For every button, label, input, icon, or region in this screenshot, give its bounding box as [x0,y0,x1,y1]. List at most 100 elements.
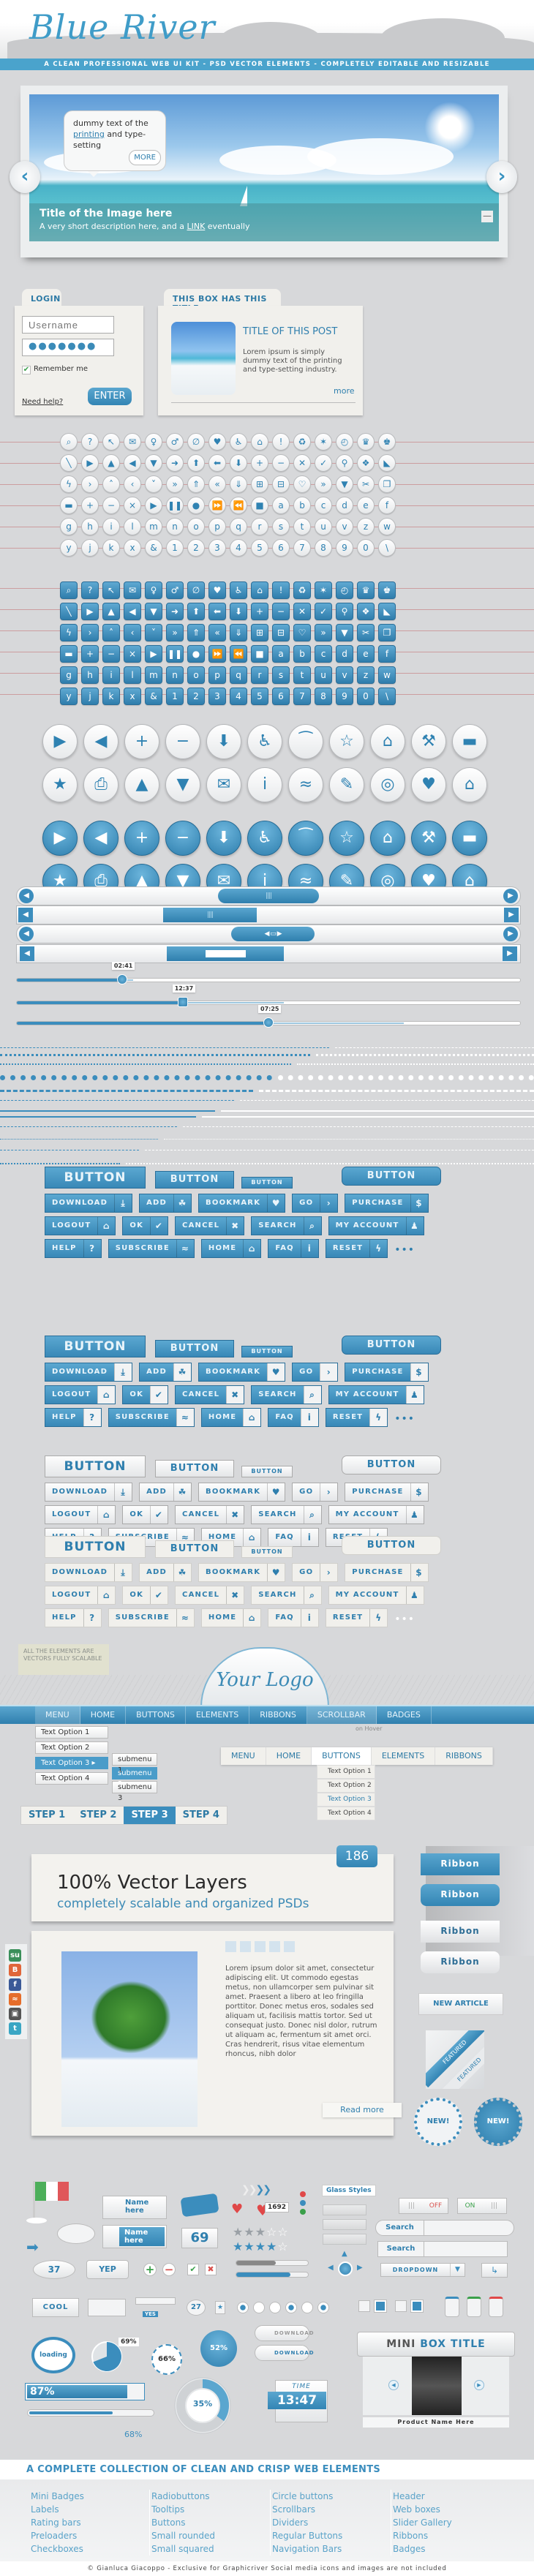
glass-input[interactable] [323,2204,366,2215]
caption-link[interactable]: LINK [187,222,205,231]
icon-button[interactable]: ⬆ [187,454,205,472]
icon-button[interactable]: ↖ [102,581,120,599]
icon-button[interactable]: s [272,666,290,684]
icon-button[interactable]: p [208,666,226,684]
button-help[interactable]: HELP? [45,1608,102,1627]
nav-item-home[interactable]: HOME [80,1706,127,1724]
icon-button[interactable]: ∅ [187,581,205,599]
circle-icon-button[interactable]: ♿ [247,821,282,856]
button-logout[interactable]: LOGOUT ⌂ [45,1586,116,1605]
icon-button[interactable]: − [272,603,290,620]
icon-button[interactable]: ⇓ [230,624,247,641]
circle-icon-button[interactable]: ⌂ [452,767,487,802]
scrollbar-capsule[interactable]: ◀ ◀ ▭ ▶ ▶ [16,924,521,944]
icon-button[interactable]: ➜ [166,603,184,620]
circle-icon-button[interactable]: ≈ [288,767,323,802]
icon-button[interactable]: o [187,518,205,535]
icon-button[interactable]: ✂ [357,624,375,641]
scroll-left-button[interactable]: ◀ [20,946,34,961]
comment-count-badge[interactable]: 186 [336,1845,377,1867]
icon-button[interactable]: 4 [230,539,247,557]
password-input[interactable]: ●●●●●●● [22,339,114,356]
icon-button[interactable]: ❚❚ [166,497,184,514]
button-help[interactable]: HELP? [45,1239,102,1258]
scroll-left-button[interactable]: ◀ [19,889,34,903]
circle-icon-button[interactable]: ⌂ [370,821,405,856]
icon-button[interactable]: n [166,518,184,535]
username-input[interactable] [22,316,114,334]
icon-button[interactable]: ✉ [124,581,141,599]
button-cancel[interactable]: CANCEL ✖ [175,1586,245,1605]
icon-button[interactable]: ♻ [293,433,311,451]
secondary-nav-item-ribbons[interactable]: RIBBONS [435,1747,493,1765]
icon-button[interactable]: ❖ [357,454,375,472]
icon-button[interactable]: ♚ [378,433,396,451]
icon-button[interactable]: h [81,518,99,535]
button-logout[interactable]: LOGOUT ⌂ [45,1216,116,1235]
icon-button[interactable]: ⬆ [187,603,205,620]
button-download[interactable]: DOWNLOAD ⤓ [45,1363,133,1382]
scrollbar-square[interactable]: ◀ |||| ▶ [16,905,521,924]
button-home[interactable]: HOME ⌂ [200,1239,262,1258]
icon-button[interactable]: g [60,518,78,535]
dpad-control[interactable]: ◀ ▶ ▲ [328,2250,363,2283]
scroll-left-button[interactable]: ◀ [19,927,34,941]
button-add[interactable]: ADD ☘ [139,1363,192,1382]
button-purchase[interactable]: PURCHASE $ [345,1563,429,1582]
circle-icon-button[interactable]: ▬ [452,724,487,759]
circle-icon-button[interactable]: + [124,724,159,759]
button-my-account[interactable]: MY ACCOUNT ♟ [328,1216,424,1235]
footer-link[interactable]: Preloaders [31,2529,149,2542]
star-empty-icon[interactable]: ☆ [266,2225,277,2239]
scroll-left-button[interactable]: ◀ [18,908,33,922]
nav-item-elements[interactable]: ELEMENTS [186,1706,250,1724]
icon-button[interactable]: ϟ [60,624,78,641]
icon-button[interactable]: ? [81,433,99,451]
secondary-dropdown-option[interactable]: Text Option 4 [317,1807,375,1820]
icon-button[interactable]: ◀ [124,603,141,620]
icon-button[interactable]: e [357,645,375,663]
footer-link[interactable]: Checkboxes [31,2542,149,2556]
button-ok[interactable]: OK ✔ [122,1586,169,1605]
icon-button[interactable]: ϟ [60,475,78,493]
scroll-right-button[interactable]: ▶ [504,908,519,922]
button-medium[interactable]: BUTTON [155,1460,234,1477]
icon-button[interactable]: b [293,645,311,663]
footer-link[interactable]: Navigation Bars [272,2542,391,2556]
footer-link[interactable]: Circle buttons [272,2490,391,2503]
button-rounded[interactable]: BUTTON [342,1455,441,1475]
icon-button[interactable]: ♀ [145,433,162,451]
slider-handle[interactable] [116,974,127,984]
scroll-right-button[interactable]: ▶ [503,946,517,961]
button-subscribe[interactable]: SUBSCRIBE ≈ [108,1408,195,1427]
button-rounded[interactable]: BUTTON [342,1336,441,1355]
circle-icon-button[interactable]: ★ [42,767,78,802]
icon-button[interactable]: ✕ [293,603,311,620]
icon-button[interactable]: « [208,475,226,493]
button-go[interactable]: GO › [292,1483,339,1502]
secondary-dropdown-option[interactable]: Text Option 2 [317,1779,375,1793]
icon-button[interactable]: j [81,539,99,557]
scrollbar-flat[interactable]: ◀ ▶ [16,944,521,963]
checkbox[interactable] [358,2300,370,2312]
icon-button[interactable]: 3 [208,688,226,705]
icon-button[interactable]: › [81,624,99,641]
icon-button[interactable]: ● [187,645,205,663]
radio-selected[interactable] [317,2302,329,2313]
footer-link[interactable]: Header [393,2490,512,2503]
minimize-button[interactable]: — [481,211,493,222]
circle-icon-button[interactable]: ⁀ [288,821,323,856]
footer-link[interactable]: Radiobuttons [151,2490,270,2503]
dpad-left-icon[interactable]: ◀ [328,2264,334,2272]
dpad-center[interactable] [338,2261,353,2276]
button-go[interactable]: GO › [292,1563,339,1582]
circle-icon-button[interactable]: + [124,821,159,856]
icon-button[interactable]: ✕ [293,454,311,472]
button-reset[interactable]: RESET ϟ [325,1239,388,1258]
dropdown-option[interactable]: Text Option 1 [35,1726,108,1739]
plus-button[interactable]: + [143,2263,157,2276]
icon-button[interactable]: ▬ [60,497,78,514]
icon-button[interactable]: ╲ [60,603,78,620]
icon-button[interactable]: ● [187,497,205,514]
icon-button[interactable]: 5 [251,688,268,705]
